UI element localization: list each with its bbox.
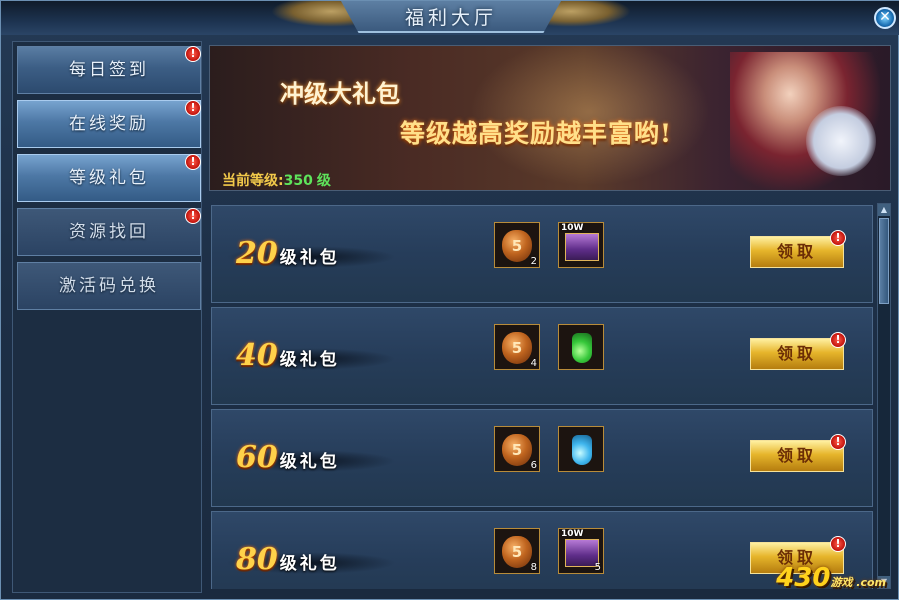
- reward-item-slot[interactable]: 10W: [558, 222, 604, 268]
- gourd-icon: 5: [502, 536, 532, 568]
- reward-row-20: 20 级礼包 5 2 10W 领取 !: [211, 205, 873, 303]
- sidebar-item-online-reward[interactable]: 在线奖励: [17, 100, 201, 148]
- item-count: 8: [530, 562, 537, 573]
- sidebar-item-daily-checkin[interactable]: 每日签到: [17, 46, 201, 94]
- chest-icon: [565, 233, 599, 261]
- sidebar-badge-online-reward: !: [185, 100, 201, 116]
- banner-title: 冲级大礼包: [280, 79, 400, 108]
- reward-level-number: 40: [236, 338, 278, 373]
- reward-row-40: 40 级礼包 5 4 领取 !: [211, 307, 873, 405]
- window-title: 福利大厅: [404, 7, 497, 29]
- reward-level-label: 20 级礼包: [236, 236, 340, 272]
- reward-level-label: 80 级礼包: [236, 542, 340, 578]
- sidebar-item-label: 等级礼包: [69, 168, 149, 188]
- title-bar: 福利大厅 ✕: [1, 1, 899, 35]
- current-level-label: 当前等级:: [222, 173, 284, 189]
- reward-item-slot[interactable]: 10W 5: [558, 528, 604, 574]
- sidebar-badge-resource-recovery: !: [185, 208, 201, 224]
- reward-item-slot[interactable]: [558, 324, 604, 370]
- sidebar: 每日签到 ! 在线奖励 ! 等级礼包 ! 资源找回 ! 激活码兑换: [12, 41, 202, 593]
- sidebar-item-resource-recovery[interactable]: 资源找回: [17, 208, 201, 256]
- sidebar-badge-level-gift: !: [185, 154, 201, 170]
- scroll-up-icon[interactable]: ▲: [878, 204, 890, 216]
- chest-tag: 10W: [561, 529, 584, 539]
- watermark-main: 430: [776, 563, 831, 593]
- reward-level-number: 80: [236, 542, 278, 577]
- green-potion-icon: [572, 333, 592, 363]
- claim-badge: !: [830, 434, 846, 450]
- welfare-hall-window: 福利大厅 ✕ 每日签到 ! 在线奖励 ! 等级礼包 ! 资源找回 ! 激活码兑换…: [0, 0, 899, 600]
- reward-level-suffix: 级礼包: [279, 350, 340, 370]
- item-count: 6: [530, 460, 537, 471]
- gourd-icon: 5: [502, 332, 532, 364]
- sidebar-badge-daily-checkin: !: [185, 46, 201, 62]
- item-count: 2: [530, 256, 537, 267]
- reward-item-slot[interactable]: 5 8: [494, 528, 540, 574]
- banner-subtitle: 等级越高奖励越丰富哟!: [400, 119, 672, 148]
- reward-item-slot[interactable]: 5 4: [494, 324, 540, 370]
- current-level-unit: 级: [316, 173, 331, 189]
- sidebar-item-label: 资源找回: [69, 222, 149, 242]
- chest-tag: 10W: [561, 223, 584, 233]
- reward-item-slot[interactable]: 5 2: [494, 222, 540, 268]
- sidebar-item-level-gift[interactable]: 等级礼包: [17, 154, 201, 202]
- reward-list: 20 级礼包 5 2 10W 领取 ! 40 级礼包 5 4 领取 ! 60 级…: [209, 201, 877, 589]
- item-count: 4: [530, 358, 537, 369]
- scroll-thumb[interactable]: [879, 218, 889, 304]
- claim-badge: !: [830, 536, 846, 552]
- reward-level-suffix: 级礼包: [279, 248, 340, 268]
- close-icon: ✕: [879, 9, 891, 25]
- sidebar-item-code-redeem[interactable]: 激活码兑换: [17, 262, 201, 310]
- reward-level-label: 60 级礼包: [236, 440, 340, 476]
- item-count: 5: [594, 562, 601, 573]
- reward-row-80: 80 级礼包 5 8 10W 5 领取 !: [211, 511, 873, 589]
- gourd-icon: 5: [502, 230, 532, 262]
- blue-potion-icon: [572, 435, 592, 465]
- reward-list-scrollbar[interactable]: ▲ ▼: [877, 203, 891, 589]
- current-level: 当前等级:350 级: [222, 170, 331, 190]
- reward-row-60: 60 级礼包 5 6 领取 !: [211, 409, 873, 507]
- reward-item-slot[interactable]: 5 6: [494, 426, 540, 472]
- sidebar-item-label: 每日签到: [69, 60, 149, 80]
- claim-badge: !: [830, 332, 846, 348]
- promo-banner: 冲级大礼包 等级越高奖励越丰富哟! 当前等级:350 级: [209, 45, 891, 191]
- reward-level-number: 20: [236, 236, 278, 271]
- reward-level-suffix: 级礼包: [279, 452, 340, 472]
- close-button[interactable]: ✕: [874, 7, 896, 29]
- reward-level-number: 60: [236, 440, 278, 475]
- reward-level-label: 40 级礼包: [236, 338, 340, 374]
- current-level-value: 350: [283, 173, 313, 189]
- reward-item-slot[interactable]: [558, 426, 604, 472]
- reward-level-suffix: 级礼包: [279, 554, 340, 574]
- watermark-small: 游戏 .com: [830, 576, 886, 589]
- gourd-icon: 5: [502, 434, 532, 466]
- sidebar-item-label: 激活码兑换: [59, 276, 159, 296]
- site-watermark-logo: 430游戏 .com: [776, 563, 886, 593]
- claim-badge: !: [830, 230, 846, 246]
- sidebar-item-label: 在线奖励: [69, 114, 149, 134]
- banner-fox-illustration: [806, 106, 876, 176]
